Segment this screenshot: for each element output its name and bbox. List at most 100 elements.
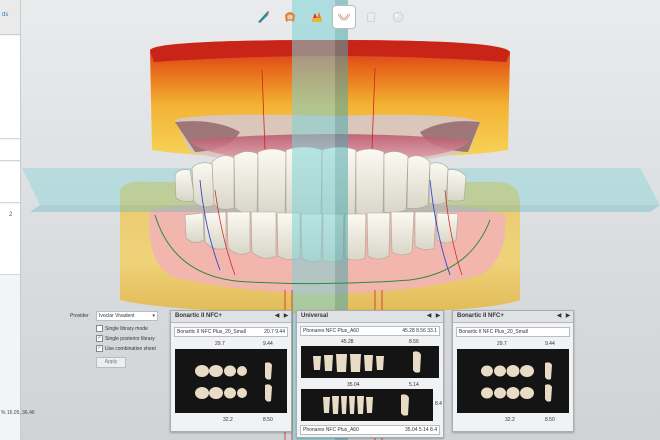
bottom-height: 8.50 bbox=[263, 417, 273, 423]
next-arrow-icon[interactable]: ▶ bbox=[434, 312, 442, 320]
colored-teeth-icon bbox=[312, 12, 322, 22]
lower-molar-icon bbox=[494, 387, 506, 399]
left-mould-select[interactable]: Bonartic II NFC Plus_20_Small 20.7 9.44 bbox=[174, 327, 288, 337]
checkbox-box[interactable] bbox=[96, 325, 103, 332]
scalpel-tool-icon bbox=[258, 11, 269, 23]
top-width: 29.7 bbox=[497, 341, 507, 347]
sidebar-header-label: ds bbox=[2, 12, 9, 18]
checkbox-label: Single library mode bbox=[105, 325, 148, 332]
upper-width: 45.28 bbox=[341, 339, 354, 345]
lower-anterior-preview[interactable] bbox=[301, 389, 433, 421]
upper-molar-icon bbox=[224, 365, 236, 377]
mould-dims: 45.28 8.56 33.1 bbox=[402, 328, 437, 334]
lower-molar-icon bbox=[195, 387, 209, 399]
mould-value: Bonartic II NFC Plus_20_Small bbox=[459, 329, 528, 335]
checkbox-single-library[interactable]: Single library mode bbox=[96, 325, 148, 332]
colored-teeth-button[interactable] bbox=[306, 6, 328, 28]
sidebar-panel-2[interactable] bbox=[0, 140, 20, 161]
anterior-tooth-icon bbox=[350, 354, 361, 372]
anterior-tooth-icon bbox=[366, 397, 373, 413]
jaw-model-button[interactable] bbox=[279, 6, 301, 28]
panel-header: Bonartic II NFC+ ◀ ▶ bbox=[453, 311, 573, 323]
panel-header: Universal ◀ ▶ bbox=[297, 311, 443, 323]
single-tooth-icon bbox=[366, 12, 376, 23]
tooth-preview[interactable] bbox=[175, 349, 287, 413]
anterior-tooth-icon bbox=[332, 396, 339, 414]
side-tooth-icon bbox=[545, 362, 552, 380]
side-tooth-icon bbox=[265, 384, 272, 402]
sidebar-header: ds bbox=[0, 0, 20, 35]
upper-molar-icon bbox=[494, 365, 506, 377]
single-tooth-button[interactable] bbox=[360, 6, 382, 28]
anterior-tooth-icon bbox=[376, 356, 384, 370]
mould-dims: 35.04 5.14 8.4 bbox=[405, 427, 437, 433]
tooth-arch-icon bbox=[337, 13, 351, 21]
cad-viewport[interactable]: ds 2 % 16.05, 36.46 Provider Ivoclar Viv… bbox=[0, 0, 660, 440]
anterior-tooth-icon bbox=[357, 396, 364, 414]
panel-title: Bonartic II NFC+ bbox=[457, 313, 504, 319]
right-mould-select[interactable]: Bonartic II NFC Plus_20_Small bbox=[456, 327, 570, 337]
anterior-tooth-icon bbox=[364, 355, 373, 371]
upper-molar-icon bbox=[237, 366, 247, 376]
checkbox-combination-sheet[interactable]: ✓ Use combination sheet bbox=[96, 345, 156, 352]
left-tooth-library-panel: Bonartic II NFC+ ◀ ▶ Bonartic II NFC Plu… bbox=[170, 310, 292, 432]
mid-width: 35.04 bbox=[347, 382, 360, 388]
upper-molar-icon bbox=[209, 365, 223, 377]
jaw-model-icon bbox=[285, 12, 295, 22]
mid-height: 5.14 bbox=[409, 382, 419, 388]
upper-anterior-preview[interactable] bbox=[301, 346, 439, 378]
panel-title: Bonartic II NFC+ bbox=[175, 313, 222, 319]
sidebar-panel-1[interactable] bbox=[0, 36, 20, 139]
checkbox-label: Single posterior library bbox=[105, 335, 155, 342]
chevron-down-icon: ▾ bbox=[152, 313, 155, 319]
anterior-tooth-icon bbox=[336, 354, 347, 372]
prev-arrow-icon[interactable]: ◀ bbox=[555, 312, 563, 320]
panel-header: Bonartic II NFC+ ◀ ▶ bbox=[171, 311, 291, 323]
bottom-height: 8.50 bbox=[545, 417, 555, 423]
lower-molar-icon bbox=[209, 387, 223, 399]
right-tooth-library-panel: Bonartic II NFC+ ◀ ▶ Bonartic II NFC Plu… bbox=[452, 310, 574, 432]
anterior-tooth-icon bbox=[313, 356, 321, 370]
checkbox-label: Use combination sheet bbox=[105, 345, 156, 352]
sphere-icon bbox=[392, 11, 404, 23]
prev-arrow-icon[interactable]: ◀ bbox=[425, 312, 433, 320]
library-options: Provider Ivoclar Vivadent ▾ Single libra… bbox=[68, 309, 168, 375]
upper-molar-icon bbox=[195, 365, 209, 377]
checkbox-box[interactable]: ✓ bbox=[96, 335, 103, 342]
prev-arrow-icon[interactable]: ◀ bbox=[273, 312, 281, 320]
checkbox-single-posterior[interactable]: ✓ Single posterior library bbox=[96, 335, 155, 342]
side-tooth-icon bbox=[265, 362, 272, 380]
upper-molar-icon bbox=[506, 365, 520, 377]
bottom-width: 32.2 bbox=[223, 417, 233, 423]
side-tooth-icon bbox=[545, 384, 552, 402]
upper-anterior-select[interactable]: Phonares NFC Plus_A60 45.28 8.56 33.1 bbox=[300, 326, 440, 336]
sphere-view-button[interactable] bbox=[387, 6, 409, 28]
checkbox-box[interactable]: ✓ bbox=[96, 345, 103, 352]
upper-height: 8.56 bbox=[409, 339, 419, 345]
next-arrow-icon[interactable]: ▶ bbox=[282, 312, 290, 320]
tooth-arch-button[interactable] bbox=[333, 6, 355, 28]
provider-value: Ivoclar Vivadent bbox=[99, 313, 135, 319]
apply-button[interactable]: Apply bbox=[96, 357, 126, 368]
bottom-width: 32.2 bbox=[505, 417, 515, 423]
anterior-tooth-icon bbox=[324, 355, 333, 371]
mould-value: Phonares NFC Plus_A60 bbox=[303, 427, 359, 433]
panel-title: Universal bbox=[301, 313, 329, 319]
top-width: 29.7 bbox=[215, 341, 225, 347]
anterior-tooth-icon bbox=[341, 396, 347, 414]
mould-value: Phonares NFC Plus_A60 bbox=[303, 328, 359, 334]
tooth-preview[interactable] bbox=[457, 349, 569, 413]
scalpel-tool-button[interactable] bbox=[252, 6, 274, 28]
upper-molar-icon bbox=[520, 365, 534, 377]
next-arrow-icon[interactable]: ▶ bbox=[564, 312, 572, 320]
side-label: 8.4 bbox=[435, 401, 442, 407]
sidebar-panel-3[interactable] bbox=[0, 162, 20, 203]
lower-anterior-select[interactable]: Phonares NFC Plus_A60 35.04 5.14 8.4 bbox=[300, 425, 440, 435]
lower-molar-icon bbox=[237, 388, 247, 398]
provider-select[interactable]: Ivoclar Vivadent ▾ bbox=[96, 311, 158, 321]
upper-molar-icon bbox=[481, 365, 493, 377]
center-tooth-library-panel: Universal ◀ ▶ Phonares NFC Plus_A60 45.2… bbox=[296, 310, 444, 438]
side-tooth-icon bbox=[401, 394, 409, 416]
provider-label: Provider bbox=[70, 313, 89, 319]
anterior-tooth-icon bbox=[323, 397, 330, 413]
